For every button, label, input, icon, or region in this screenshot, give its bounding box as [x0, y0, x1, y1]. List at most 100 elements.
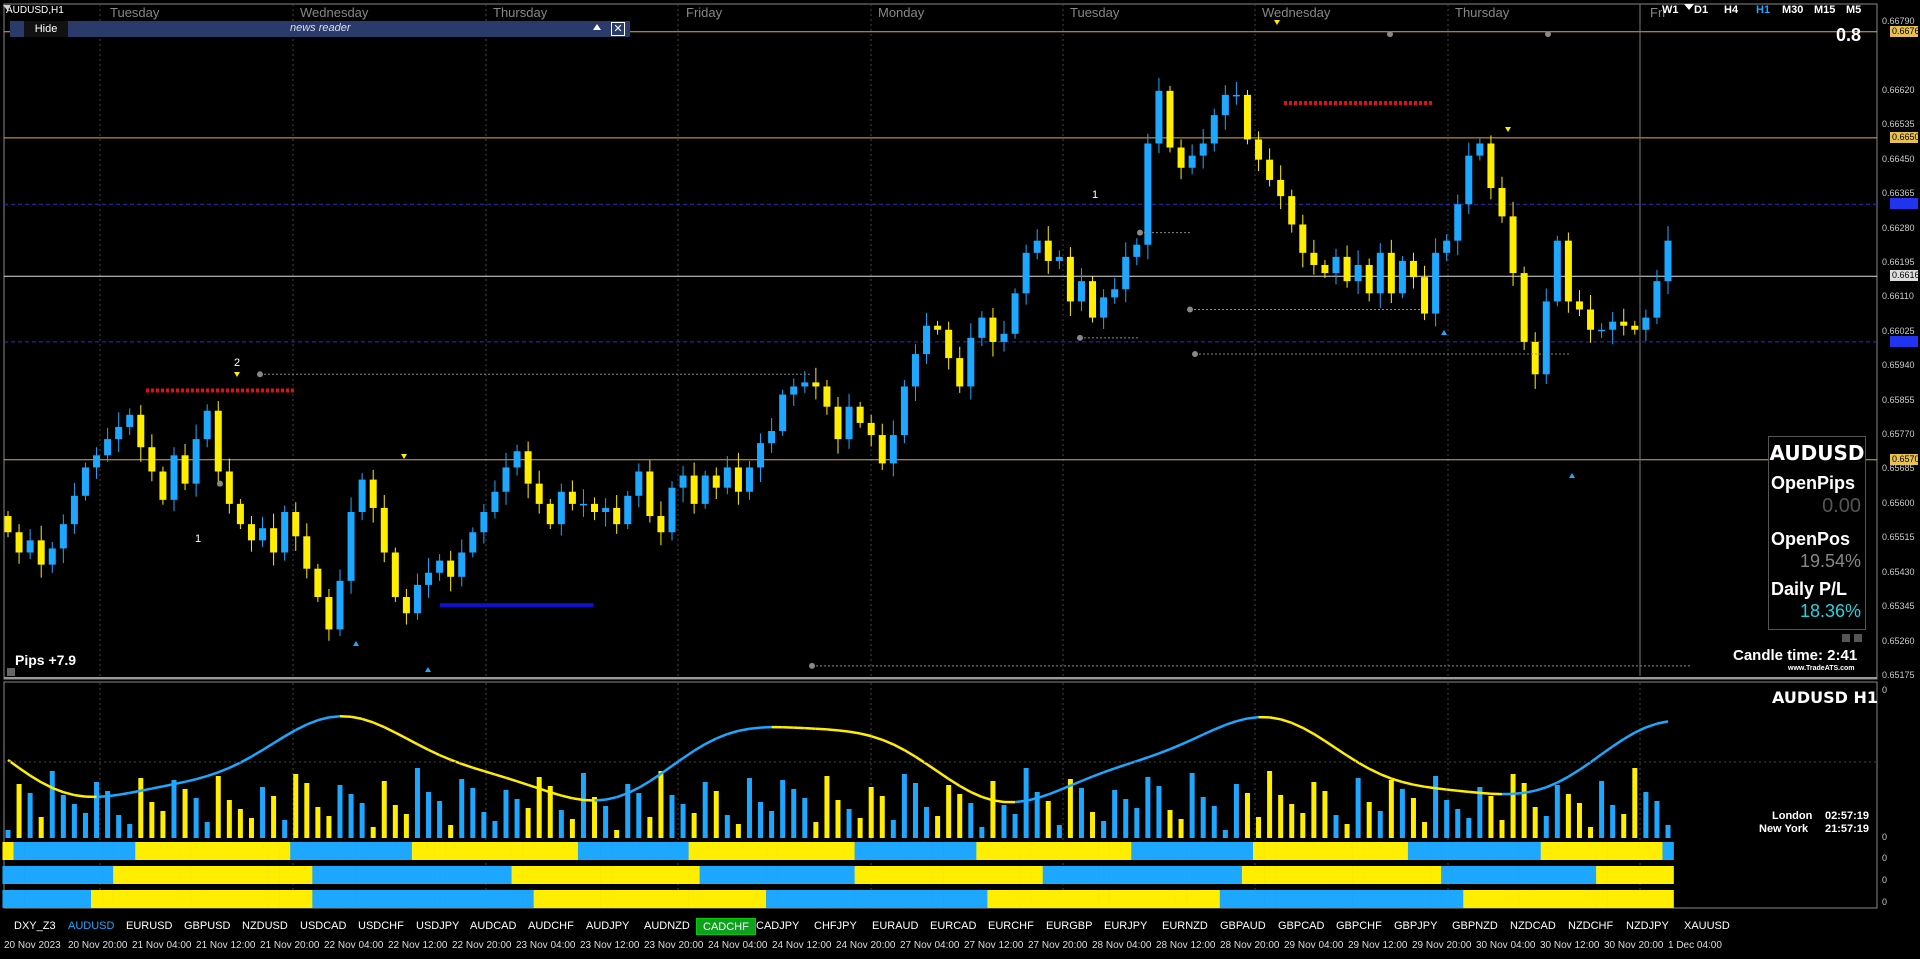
- symbol-button[interactable]: AUDJPY: [580, 918, 635, 935]
- candle-body: [1155, 90, 1163, 144]
- symbol-button[interactable]: EURJPY: [1098, 918, 1153, 935]
- histogram-bar: [1665, 825, 1671, 838]
- strip-cell: [1109, 890, 1121, 908]
- candle-body: [203, 410, 211, 440]
- strip-cell: [1452, 890, 1464, 908]
- oscillator-line: [1346, 754, 1359, 764]
- strip-cell: [998, 890, 1010, 908]
- timeframe-w1[interactable]: W1: [1662, 4, 1679, 16]
- strip-cell: [1087, 866, 1099, 884]
- price-label: 0.66195: [1882, 256, 1915, 267]
- symbol-button[interactable]: GBPAUD: [1214, 918, 1272, 935]
- symbol-button[interactable]: GBPUSD: [178, 918, 236, 935]
- histogram-bar: [171, 780, 177, 838]
- oscillator-line: [284, 728, 297, 738]
- strip-cell: [1053, 890, 1066, 908]
- histogram-bar: [271, 796, 277, 838]
- close-icon[interactable]: ✕: [611, 22, 625, 36]
- candle-body: [1443, 240, 1451, 253]
- panel-close-icon[interactable]: [1854, 634, 1862, 642]
- symbol-button[interactable]: CADCHF: [696, 918, 756, 935]
- strip-cell: [1308, 866, 1320, 884]
- timeframe-menu-icon[interactable]: [1684, 4, 1694, 10]
- strip-cell: [179, 890, 191, 908]
- timeframe-d1[interactable]: D1: [1694, 4, 1708, 16]
- strip-cell: [290, 842, 302, 860]
- grid: [99, 4, 1641, 908]
- symbol-button[interactable]: GBPCAD: [1272, 918, 1330, 935]
- symbol-button[interactable]: CHFJPY: [808, 918, 863, 935]
- collapse-icon[interactable]: [593, 24, 601, 30]
- indicator-scale-label: 0: [1882, 853, 1888, 863]
- symbol-button[interactable]: GBPJPY: [1388, 918, 1443, 935]
- oscillator-line: [704, 737, 717, 746]
- symbol-button[interactable]: GBPCHF: [1330, 918, 1388, 935]
- swing-mark: 2: [234, 357, 241, 369]
- histogram-bar: [403, 814, 409, 838]
- strip-cell: [1363, 890, 1376, 908]
- histogram-bar: [658, 771, 664, 838]
- symbol-button[interactable]: USDJPY: [410, 918, 465, 935]
- strip-cell: [223, 890, 236, 908]
- symbol-button[interactable]: EURUSD: [120, 918, 178, 935]
- histogram-bar: [105, 791, 111, 838]
- symbol-button[interactable]: NZDCAD: [1504, 918, 1562, 935]
- symbol-button[interactable]: EURGBP: [1040, 918, 1098, 935]
- strip-cell: [799, 842, 811, 860]
- histogram-bar: [1322, 791, 1328, 838]
- oscillator-line: [1180, 738, 1193, 746]
- candle-body: [646, 471, 654, 517]
- histogram-bar: [448, 825, 454, 838]
- histogram-bar: [116, 815, 122, 838]
- symbol-button[interactable]: NZDUSD: [236, 918, 294, 935]
- symbol-button[interactable]: AUDNZD: [638, 918, 696, 935]
- oscillator-line: [1600, 745, 1614, 756]
- symbol-button[interactable]: AUDCHF: [522, 918, 580, 935]
- strip-cell: [1419, 890, 1431, 908]
- strip-cell: [268, 842, 280, 860]
- symbol-button[interactable]: USDCHF: [352, 918, 410, 935]
- histogram-bar: [735, 824, 741, 838]
- symbol-button[interactable]: EURCHF: [982, 918, 1040, 935]
- strip-cell: [312, 890, 324, 908]
- panel-minimize-icon[interactable]: [1842, 634, 1850, 642]
- timeframe-h4[interactable]: H4: [1724, 4, 1738, 16]
- strip-cell: [79, 866, 92, 884]
- candle-body: [1387, 252, 1395, 294]
- histogram-bar: [1090, 812, 1096, 838]
- symbol-button[interactable]: GBPNZD: [1446, 918, 1504, 935]
- chart-canvas[interactable]: [0, 0, 1920, 959]
- histogram-bar: [1311, 782, 1317, 838]
- strip-cell: [1485, 866, 1497, 884]
- timeframe-m15[interactable]: M15: [1814, 4, 1835, 16]
- symbol-button[interactable]: EURNZD: [1156, 918, 1214, 935]
- candle-body: [1266, 159, 1274, 180]
- symbol-button[interactable]: NZDCHF: [1562, 918, 1619, 935]
- symbol-button[interactable]: DXY_Z3: [8, 918, 62, 935]
- pips-toggle-icon[interactable]: [7, 668, 15, 676]
- hide-button[interactable]: Hide: [24, 21, 68, 37]
- symbol-button[interactable]: CADJPY: [750, 918, 805, 935]
- timeframe-m30[interactable]: M30: [1782, 4, 1803, 16]
- strip-cell: [1573, 890, 1586, 908]
- symbol-button[interactable]: XAUUSD: [1678, 918, 1736, 935]
- symbol-button[interactable]: EURAUD: [866, 918, 924, 935]
- timeframe-m5[interactable]: M5: [1846, 4, 1861, 16]
- strip-cell: [1518, 842, 1530, 860]
- candle-body: [281, 511, 289, 553]
- strip-cell: [810, 890, 822, 908]
- oscillator-line: [1623, 731, 1636, 741]
- strip-cell: [268, 866, 280, 884]
- news-reader-bar[interactable]: Hide news reader ✕: [10, 21, 630, 37]
- symbol-button[interactable]: USDCAD: [294, 918, 352, 935]
- symbol-button[interactable]: AUDUSD: [62, 918, 120, 935]
- strip-cell: [865, 842, 878, 860]
- symbol-button[interactable]: EURCAD: [924, 918, 982, 935]
- timeframe-h1[interactable]: H1: [1756, 4, 1770, 16]
- symbol-button[interactable]: NZDJPY: [1620, 918, 1675, 935]
- time-label: 28 Nov 20:00: [1220, 940, 1280, 951]
- histogram-bar: [414, 768, 420, 838]
- strip-cell: [743, 842, 756, 860]
- chevron-down-icon[interactable]: [3, 5, 11, 10]
- symbol-button[interactable]: AUDCAD: [464, 918, 522, 935]
